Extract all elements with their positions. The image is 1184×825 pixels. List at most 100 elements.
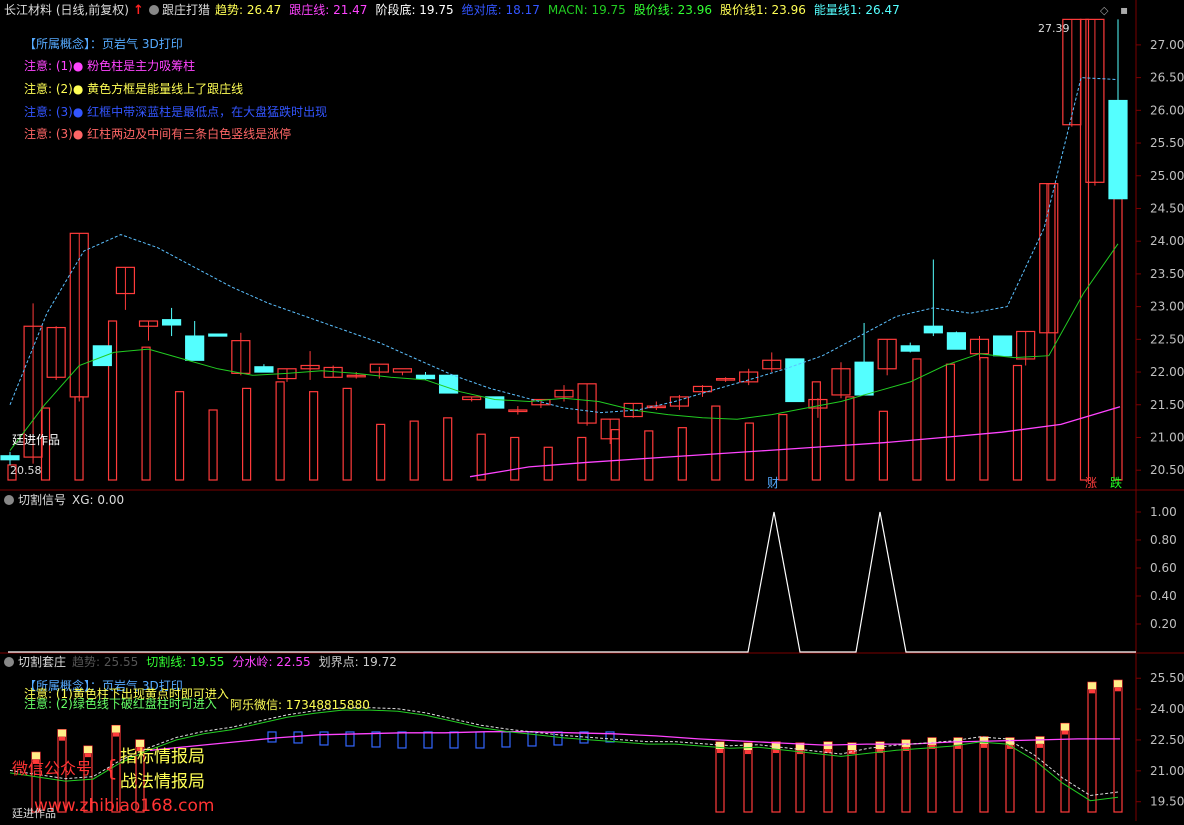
brace-glyph: { bbox=[104, 757, 118, 782]
panel3-values: 趋势: 25.55 切割线: 19.55 分水岭: 22.55 划界点: 19.72 bbox=[72, 654, 397, 669]
yellow-cap bbox=[928, 737, 936, 745]
red-bar bbox=[107, 320, 118, 481]
price-tick-label: 21.00 bbox=[1150, 430, 1184, 444]
red-cap bbox=[981, 743, 987, 748]
signal-tick-label: 1.00 bbox=[1150, 505, 1177, 519]
yellow-cap bbox=[112, 725, 120, 733]
indicator-value: 股价线1: 23.96 bbox=[720, 3, 806, 17]
candle-down bbox=[254, 366, 274, 373]
red-cap bbox=[1089, 689, 1095, 694]
collapse-icon[interactable] bbox=[149, 5, 159, 15]
panel3-watermark: 廷进作品 bbox=[12, 807, 56, 820]
price-tick-label: 20.50 bbox=[1150, 463, 1184, 477]
p3-tick-label: 24.00 bbox=[1150, 702, 1184, 716]
p3-tick-label: 22.50 bbox=[1150, 733, 1184, 747]
red-bar bbox=[174, 391, 185, 481]
red-hollow-bar bbox=[1035, 736, 1045, 813]
candle-down bbox=[1108, 99, 1128, 200]
candle-down bbox=[185, 335, 205, 361]
notes-block: 【所属概念】：页岩气 3D打印 注意: (1)● 粉色柱是主力吸筹柱 注意: (… bbox=[24, 36, 327, 141]
candle-up bbox=[392, 368, 413, 373]
price-tick-label: 25.00 bbox=[1150, 169, 1184, 183]
blue-bar bbox=[475, 731, 485, 749]
panel3-title[interactable]: 切割套庄 bbox=[18, 654, 66, 669]
red-bar bbox=[644, 430, 654, 481]
limit-up-marker[interactable]: 涨 bbox=[1085, 475, 1097, 490]
stock-title[interactable]: 长江材料 (日线,前复权) bbox=[4, 2, 129, 17]
xg-value: XG: 0.00 bbox=[72, 493, 124, 507]
price-tick-label: 24.50 bbox=[1150, 201, 1184, 215]
price-tick-label: 24.00 bbox=[1150, 234, 1184, 248]
candle-down bbox=[415, 374, 436, 380]
site-url[interactable]: www.zhibiao168.com bbox=[34, 796, 214, 816]
price-tick-label: 23.00 bbox=[1150, 300, 1184, 314]
signal-panel: 1.00 0.80 0.60 0.40 0.20 bbox=[8, 505, 1177, 653]
indicator-value: 绝对底: 18.17 bbox=[462, 2, 540, 17]
price-tick-label: 22.50 bbox=[1150, 332, 1184, 346]
red-bar bbox=[945, 363, 956, 481]
blue-bar bbox=[449, 731, 459, 749]
red-bar bbox=[979, 357, 989, 481]
red-bar bbox=[510, 436, 520, 481]
note-1: 注意: (1)● 粉色柱是主力吸筹柱 bbox=[24, 58, 195, 73]
close-panel-icon[interactable]: ▪ bbox=[1120, 3, 1128, 17]
red-bar bbox=[409, 420, 419, 481]
limit-down-marker[interactable]: 跌 bbox=[1110, 475, 1122, 490]
red-bar bbox=[845, 396, 855, 481]
red-bar bbox=[309, 391, 319, 481]
red-bar bbox=[1079, 18, 1090, 481]
chart-canvas[interactable]: 长江材料 (日线,前复权) ↑ 跟庄打猎 趋势: 26.47 跟庄线: 21.47… bbox=[0, 0, 1184, 821]
red-bar bbox=[376, 423, 386, 481]
indicator-value: MACN: 19.75 bbox=[548, 3, 626, 17]
stock-chart-window: 长江材料 (日线,前复权) ↑ 跟庄打猎 趋势: 26.47 跟庄线: 21.47… bbox=[0, 0, 1184, 821]
red-bar bbox=[275, 381, 285, 481]
yellow-cap bbox=[84, 746, 92, 754]
red-bar bbox=[208, 409, 218, 481]
high-price-label: 27.39 bbox=[1038, 22, 1070, 35]
panel3-value: 趋势: 25.55 bbox=[72, 655, 138, 669]
overlay-line-2: 战法情报局 bbox=[120, 772, 205, 792]
candle-down bbox=[946, 332, 967, 350]
red-bar bbox=[443, 417, 453, 481]
red-bar bbox=[811, 381, 821, 481]
yellow-cap bbox=[744, 743, 752, 751]
yellow-cap bbox=[1114, 680, 1122, 688]
red-bar bbox=[677, 427, 687, 481]
panel3-value: 切割线: 19.55 bbox=[146, 654, 224, 669]
indicator-value: 阶段底: 19.75 bbox=[375, 2, 453, 17]
price-tick-label: 21.50 bbox=[1150, 398, 1184, 412]
low-price-label: 20.58 bbox=[10, 464, 42, 477]
red-bar bbox=[1046, 183, 1056, 481]
blue-bar bbox=[553, 731, 563, 746]
indicator-value: 股价线: 23.96 bbox=[634, 3, 712, 17]
indicator-name[interactable]: 跟庄打猎 bbox=[162, 2, 210, 17]
panel2-header: 切割信号 XG: 0.00 bbox=[4, 492, 124, 507]
candle-down bbox=[854, 361, 874, 396]
red-cap bbox=[113, 732, 119, 737]
indicator-value: 趋势: 26.47 bbox=[215, 3, 281, 17]
blue-bar bbox=[293, 731, 303, 744]
red-hollow-bar bbox=[927, 737, 937, 813]
red-hollow-bar bbox=[1005, 737, 1015, 813]
yellow-cap bbox=[1088, 682, 1096, 690]
finance-marker[interactable]: 财 bbox=[767, 476, 779, 490]
blue-bar bbox=[267, 731, 277, 743]
collapse-icon[interactable] bbox=[4, 657, 14, 667]
red-cap bbox=[59, 736, 65, 741]
red-bar bbox=[141, 346, 151, 481]
indicator-value: 能量线1: 26.47 bbox=[814, 3, 900, 17]
candle-down bbox=[0, 455, 20, 461]
panel3-value: 分水岭: 22.55 bbox=[232, 655, 310, 669]
price-tick-label: 27.00 bbox=[1150, 38, 1184, 52]
price-tick-label: 25.50 bbox=[1150, 136, 1184, 150]
red-bar bbox=[74, 396, 84, 481]
panel2-title[interactable]: 切割信号 bbox=[18, 492, 66, 507]
red-cap bbox=[1037, 743, 1043, 748]
red-bar bbox=[1113, 198, 1123, 481]
red-bar bbox=[1012, 364, 1023, 481]
collapse-icon[interactable] bbox=[4, 495, 14, 505]
candle-down bbox=[923, 325, 943, 334]
top-header: 长江材料 (日线,前复权) ↑ 跟庄打猎 趋势: 26.47 跟庄线: 21.47… bbox=[4, 2, 1128, 18]
diamond-icon[interactable]: ◇ bbox=[1100, 4, 1109, 17]
red-hollow-bar bbox=[953, 737, 963, 813]
